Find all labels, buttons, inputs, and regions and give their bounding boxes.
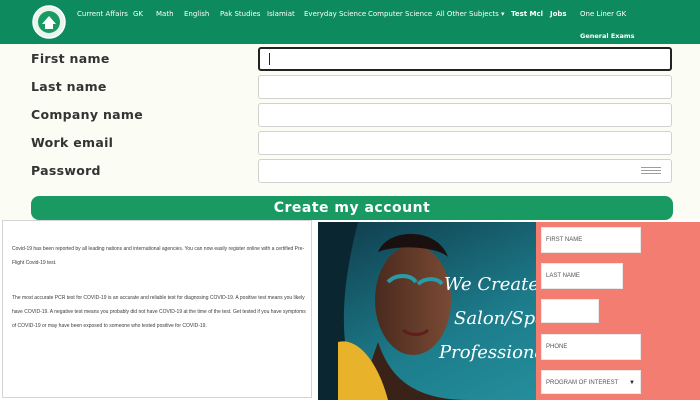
ad-program-select[interactable]: PROGRAM OF INTEREST ▼ xyxy=(541,370,641,394)
create-account-button[interactable]: Create my account xyxy=(31,196,673,220)
nav-one-liner-gk[interactable]: One Liner GK xyxy=(580,10,626,18)
nav-everyday-science[interactable]: Everyday Science xyxy=(304,10,366,18)
article-panel: Covid-19 has been reported by all leadin… xyxy=(2,220,312,398)
nav-jobs[interactable]: Jobs xyxy=(550,10,567,18)
site-logo[interactable] xyxy=(30,4,68,40)
password-label: Password xyxy=(31,163,101,178)
top-navbar: Current Affairs GK Math English Pak Stud… xyxy=(0,0,700,44)
signup-form: First name Last name Company name Work e… xyxy=(0,44,700,220)
work-email-label: Work email xyxy=(31,135,114,150)
last-name-label: Last name xyxy=(31,79,107,94)
ad-last-name-input[interactable]: LAST NAME xyxy=(541,263,623,289)
nav-gk[interactable]: GK xyxy=(133,10,143,18)
ad-program-select-label: PROGRAM OF INTEREST xyxy=(546,380,619,386)
last-name-input[interactable] xyxy=(258,75,672,99)
ad-phone-input[interactable]: PHONE xyxy=(541,334,641,360)
nav-current-affairs[interactable]: Current Affairs xyxy=(77,10,128,18)
nav-islamiat[interactable]: Islamiat xyxy=(267,10,295,18)
salon-ad-banner[interactable]: We Create Salon/Spa Professionals FIRST … xyxy=(318,222,700,400)
company-name-label: Company name xyxy=(31,107,144,122)
work-email-input[interactable] xyxy=(258,131,672,155)
password-input[interactable] xyxy=(258,159,672,183)
password-manager-icon[interactable] xyxy=(641,167,661,177)
nav-general-exams[interactable]: General Exams xyxy=(580,32,635,40)
first-name-input[interactable] xyxy=(258,47,672,71)
ad-first-name-input[interactable]: FIRST NAME xyxy=(541,227,641,253)
nav-test-mcl[interactable]: Test Mcl xyxy=(511,10,543,18)
company-name-input[interactable] xyxy=(258,103,672,127)
nav-english[interactable]: English xyxy=(184,10,209,18)
nav-computer-science[interactable]: Computer Science xyxy=(368,10,432,18)
article-paragraph: The most accurate PCR test for COVID-19 … xyxy=(12,295,306,329)
ad-lead-form: FIRST NAME LAST NAME PHONE PROGRAM OF IN… xyxy=(536,222,700,400)
nav-math[interactable]: Math xyxy=(156,10,174,18)
ad-headline-line: We Create xyxy=(444,274,540,295)
ad-headline-line: Salon/Spa xyxy=(454,308,546,329)
first-name-label: First name xyxy=(31,51,110,66)
ad-email-input[interactable] xyxy=(541,299,599,323)
article-paragraph: Covid-19 has been reported by all leadin… xyxy=(12,246,305,266)
text-caret xyxy=(269,53,270,65)
nav-all-other-subjects[interactable]: All Other Subjects ▾ xyxy=(436,10,505,18)
caret-down-icon: ▼ xyxy=(629,380,635,386)
nav-pak-studies[interactable]: Pak Studies xyxy=(220,10,260,18)
